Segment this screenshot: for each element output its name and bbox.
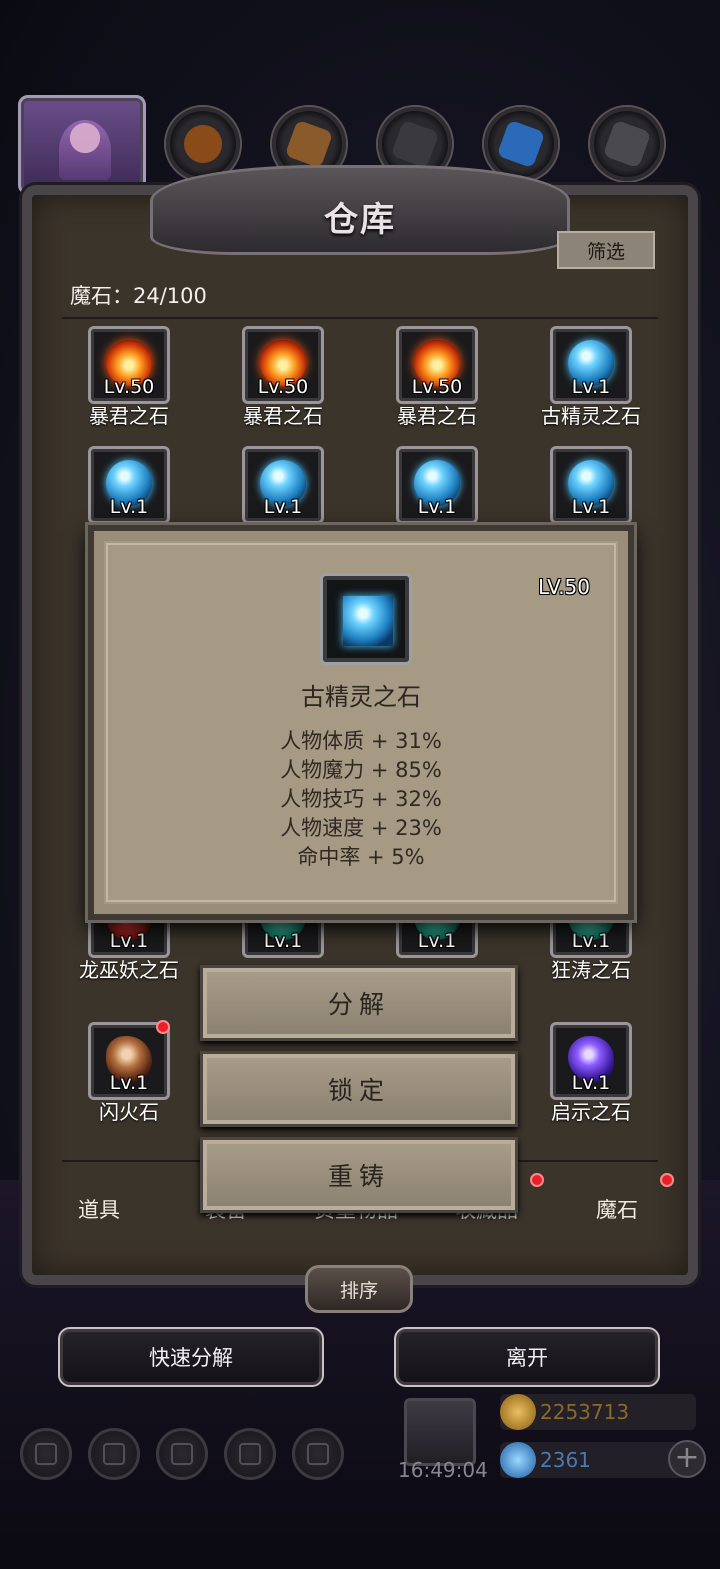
clock: 16:49:04 bbox=[398, 1458, 488, 1482]
reward-chest-icon[interactable] bbox=[404, 1398, 476, 1466]
item-level: LV.50 bbox=[538, 575, 590, 599]
gold-icon bbox=[500, 1394, 536, 1430]
star-icon[interactable] bbox=[88, 1428, 140, 1480]
stat-line: 命中率 + 5% bbox=[297, 845, 425, 869]
page-title: 仓库 bbox=[324, 200, 396, 240]
item-name: 龙巫妖之石 bbox=[79, 958, 179, 982]
item-detail-popup: LV.50 古精灵之石 人物体质 + 31% 人物魔力 + 85% 人物技巧 +… bbox=[88, 525, 634, 920]
item-name: 古精灵之石 bbox=[301, 683, 421, 711]
tab-magic-stones[interactable]: 魔石 bbox=[596, 1194, 638, 1224]
notification-dot bbox=[156, 1020, 170, 1034]
tab-items[interactable]: 道具 bbox=[78, 1194, 120, 1224]
gift-icon[interactable] bbox=[292, 1428, 344, 1480]
crystal-icon[interactable] bbox=[484, 107, 558, 181]
item-name: 狂涛之石 bbox=[551, 958, 631, 982]
inventory-item[interactable]: Lv.1 闪火石 bbox=[50, 1022, 200, 1132]
item-level: Lv.1 bbox=[109, 1072, 149, 1094]
leave-button[interactable]: 离开 bbox=[394, 1327, 660, 1387]
item-level: Lv.1 bbox=[571, 1072, 611, 1094]
item-level: Lv.1 bbox=[417, 496, 457, 518]
item-count: 魔石：24/100 bbox=[70, 284, 207, 308]
item-level: Lv.50 bbox=[257, 376, 309, 398]
filter-button[interactable]: 筛选 bbox=[557, 231, 655, 269]
item-level: Lv.1 bbox=[263, 930, 303, 952]
stat-line: 人物体质 + 31% bbox=[280, 729, 442, 753]
mail-icon[interactable] bbox=[224, 1428, 276, 1480]
sort-button[interactable]: 排序 bbox=[305, 1265, 413, 1313]
diamond-icon bbox=[500, 1442, 536, 1478]
elf-stone-icon bbox=[343, 596, 393, 646]
notification-dot bbox=[530, 1173, 544, 1187]
diamond-counter: 2361 bbox=[500, 1442, 696, 1478]
item-name: 古精灵之石 bbox=[541, 404, 641, 428]
reforge-button[interactable]: 重铸 bbox=[200, 1137, 518, 1213]
inventory-item[interactable]: Lv.1 古精灵之石 bbox=[512, 326, 662, 436]
castle-icon[interactable] bbox=[156, 1428, 208, 1480]
item-name: 暴君之石 bbox=[243, 404, 323, 428]
stat-line: 人物速度 + 23% bbox=[280, 816, 442, 840]
item-level: Lv.1 bbox=[571, 376, 611, 398]
add-currency-button[interactable]: + bbox=[668, 1440, 706, 1478]
item-level: Lv.50 bbox=[411, 376, 463, 398]
item-name: 暴君之石 bbox=[397, 404, 477, 428]
decompose-button[interactable]: 分解 bbox=[200, 965, 518, 1041]
avatar-frame[interactable] bbox=[18, 95, 146, 195]
item-level: Lv.1 bbox=[571, 930, 611, 952]
couple-avatar-icon bbox=[59, 120, 111, 180]
item-slot bbox=[320, 573, 412, 665]
metal-icon[interactable] bbox=[590, 107, 664, 181]
item-name: 暴君之石 bbox=[89, 404, 169, 428]
item-level: Lv.1 bbox=[109, 930, 149, 952]
item-level: Lv.1 bbox=[109, 496, 149, 518]
item-name: 闪火石 bbox=[99, 1100, 159, 1124]
item-level: Lv.50 bbox=[103, 376, 155, 398]
item-level: Lv.1 bbox=[417, 930, 457, 952]
item-level: Lv.1 bbox=[571, 496, 611, 518]
divider bbox=[62, 317, 658, 319]
stat-list: 人物体质 + 31% 人物魔力 + 85% 人物技巧 + 32% 人物速度 + … bbox=[94, 727, 628, 872]
stat-line: 人物魔力 + 85% bbox=[280, 758, 442, 782]
gold-value: 2253713 bbox=[540, 1400, 630, 1424]
settings-icon[interactable] bbox=[20, 1428, 72, 1480]
lock-button[interactable]: 锁定 bbox=[200, 1051, 518, 1127]
inventory-item[interactable]: Lv.50 暴君之石 bbox=[204, 326, 354, 436]
inventory-item[interactable]: Lv.1 启示之石 bbox=[512, 1022, 662, 1132]
item-name: 启示之石 bbox=[551, 1100, 631, 1124]
item-level: Lv.1 bbox=[263, 496, 303, 518]
inventory-item[interactable]: Lv.50 暴君之石 bbox=[50, 326, 200, 436]
diamond-value: 2361 bbox=[540, 1448, 591, 1472]
gold-counter: 2253713 bbox=[500, 1394, 696, 1430]
quick-decompose-button[interactable]: 快速分解 bbox=[58, 1327, 324, 1387]
stat-line: 人物技巧 + 32% bbox=[280, 787, 442, 811]
notification-dot bbox=[660, 1173, 674, 1187]
inventory-item[interactable]: Lv.50 暴君之石 bbox=[358, 326, 508, 436]
